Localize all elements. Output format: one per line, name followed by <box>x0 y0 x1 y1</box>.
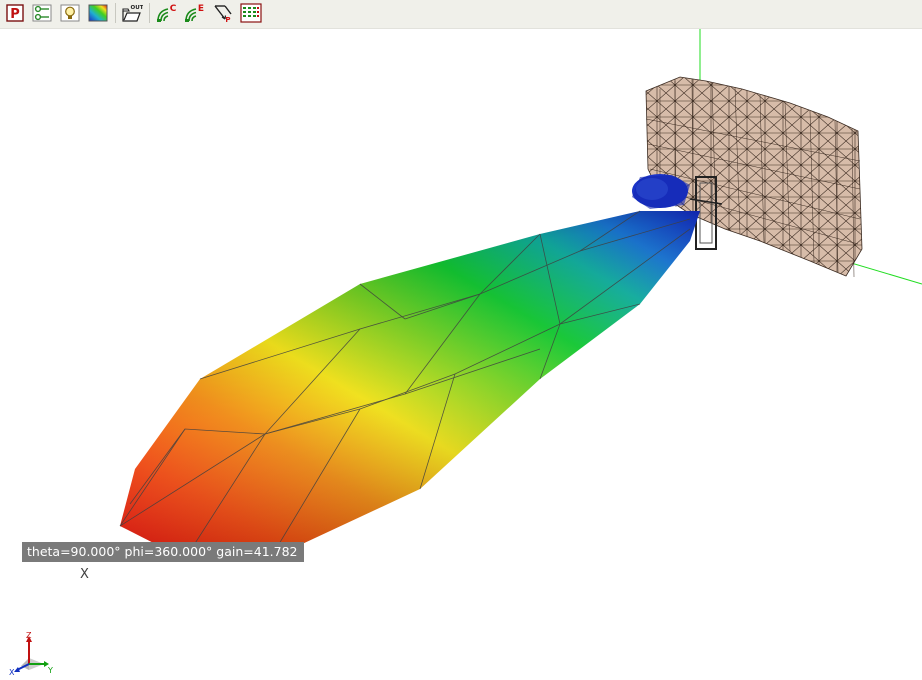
lightbulb-icon[interactable] <box>59 2 81 24</box>
toolbar-separator <box>149 3 150 23</box>
toolbar: P OUT C E P <box>0 0 922 29</box>
far-field-c-icon[interactable]: C <box>155 2 177 24</box>
x-axis-label: X <box>80 567 89 582</box>
svg-text:E: E <box>198 4 204 14</box>
pick-readout: theta=90.000° phi=360.000° gain=41.782 <box>22 542 304 562</box>
svg-text:C: C <box>170 4 177 14</box>
triad-x-label: X <box>9 668 15 676</box>
results-table-icon[interactable] <box>240 2 262 24</box>
phi-readout: phi=360.000° <box>124 544 213 559</box>
triad-y-label: Y <box>47 666 53 675</box>
3d-viewport[interactable]: theta=90.000° phi=360.000° gain=41.782 X Z… <box>0 29 922 677</box>
toolbar-separator <box>115 3 116 23</box>
svg-text:P: P <box>10 7 20 22</box>
svg-text:P: P <box>225 16 230 23</box>
radiation-pattern-main-beam <box>119 210 700 560</box>
network-icon[interactable] <box>31 2 53 24</box>
svg-text:OUT: OUT <box>131 5 143 11</box>
theta-readout: theta=90.000° <box>27 544 121 559</box>
colormap-icon[interactable] <box>87 2 109 24</box>
scene-canvas[interactable] <box>0 29 922 676</box>
p-icon[interactable]: P <box>4 2 26 24</box>
open-out-icon[interactable]: OUT <box>121 2 143 24</box>
orientation-triad[interactable]: Z Y X <box>8 630 58 680</box>
poynting-icon[interactable]: P <box>212 2 234 24</box>
gain-readout: gain=41.782 <box>216 544 298 559</box>
triad-z-label: Z <box>26 631 32 640</box>
far-field-e-icon[interactable]: E <box>183 2 205 24</box>
